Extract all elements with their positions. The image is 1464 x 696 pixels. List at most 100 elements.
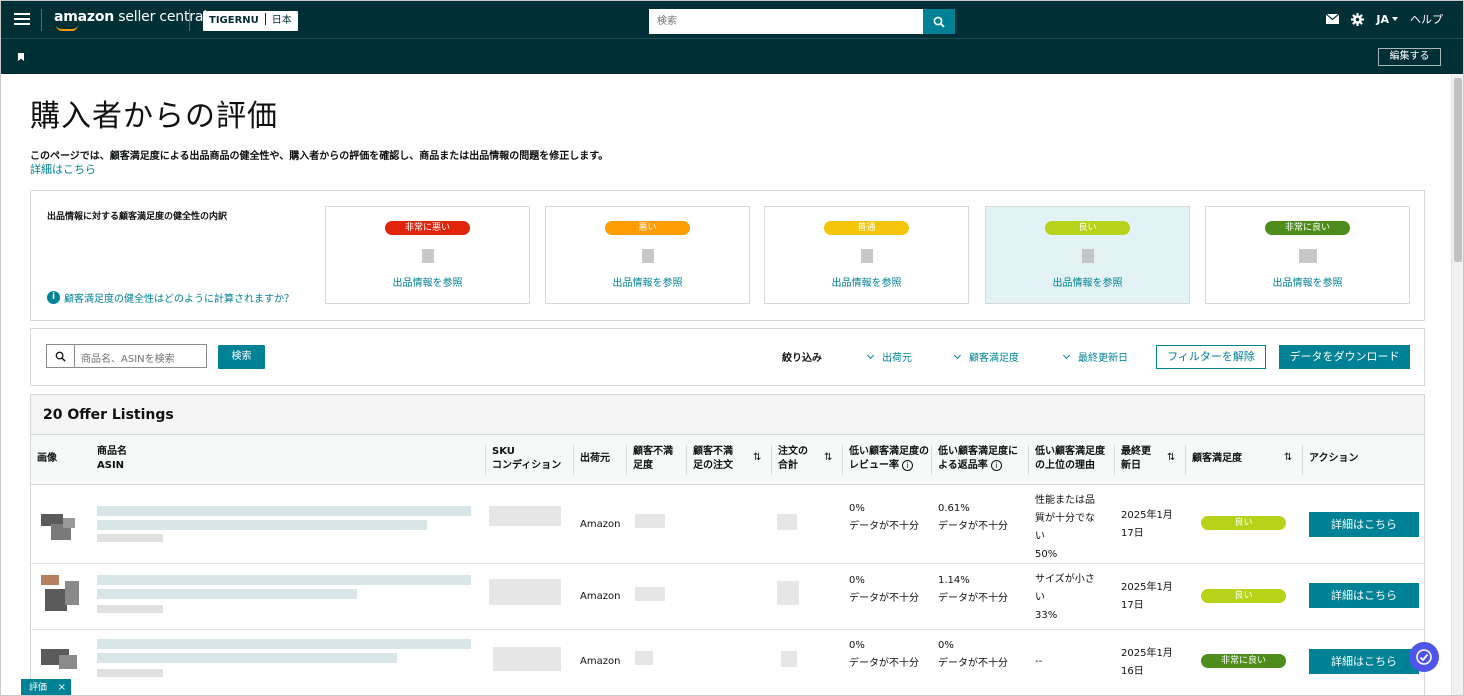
search-icon (933, 16, 945, 28)
col-sku[interactable]: SKU コンディション (492, 445, 561, 473)
health-help-link[interactable]: i 顧客満足度の健全性はどのように計算されますか？ (47, 290, 294, 305)
return-note: データが不十分 (938, 593, 1008, 604)
close-icon[interactable]: × (58, 679, 66, 695)
page-scrollbar[interactable] (1451, 74, 1463, 695)
view-listings-link[interactable]: 出品情報を参照 (986, 274, 1189, 289)
divider (189, 9, 190, 31)
info-icon[interactable]: i (990, 460, 1002, 471)
bottom-tab[interactable]: 評価 × (21, 679, 71, 695)
col-action: アクション (1309, 453, 1359, 464)
view-listings-link[interactable]: 出品情報を参照 (765, 274, 968, 289)
col-ship-from[interactable]: 出荷元 (580, 452, 610, 466)
ship-from: Amazon (580, 656, 621, 667)
details-button[interactable]: 詳細はこちら (1309, 583, 1419, 608)
col-low-review-rate[interactable]: 低い顧客満足度の レビュー率 i (849, 445, 929, 473)
low-return-rate: 0.61% (938, 503, 970, 514)
table-row: Amazon 0% データが不十分 1.14% データが不十分 サイズが小さい 3… (31, 565, 1424, 630)
health-card-very-good[interactable]: 非常に良い 出品情報を参照 (1205, 206, 1410, 304)
clear-filters-button[interactable]: フィルターを解除 (1156, 345, 1266, 369)
redacted-value (635, 514, 665, 528)
product-image[interactable] (37, 641, 85, 681)
redacted-sku (493, 647, 561, 671)
logo-smile-icon (56, 25, 78, 31)
last-updated: 2025年1月 17日 (1121, 582, 1173, 611)
seller-central-logo[interactable]: amazon seller central (54, 9, 207, 31)
low-review-rate: 0% (849, 503, 865, 514)
review-note: データが不十分 (849, 593, 919, 604)
sort-icon[interactable]: ⇅ (824, 452, 832, 463)
language-selector[interactable]: JA (1376, 13, 1398, 26)
col-dissatisfaction-rate[interactable]: 顧客不満 足度 (633, 445, 673, 473)
bookmark-icon[interactable] (18, 53, 24, 61)
last-updated-dropdown[interactable]: 最終更新日 (1062, 349, 1128, 364)
health-breakdown-title: 出品情報に対する顧客満足度の健全性の内訳 (47, 212, 228, 222)
redacted-sku (489, 506, 561, 526)
filter-label: 絞り込み (782, 353, 822, 364)
health-card-very-poor[interactable]: 非常に悪い 出品情報を参照 (325, 206, 530, 304)
help-link[interactable]: ヘルプ (1410, 11, 1443, 27)
language-label: JA (1376, 12, 1389, 26)
product-image[interactable] (37, 508, 85, 548)
redacted-value (777, 581, 799, 605)
download-data-button[interactable]: データをダウンロード (1279, 345, 1410, 369)
store-region: 日本 (271, 15, 292, 26)
sort-icon[interactable]: ⇅ (753, 452, 761, 463)
redacted-value (635, 587, 665, 601)
details-button[interactable]: 詳細はこちら (1309, 512, 1419, 537)
redacted-asin (97, 669, 163, 677)
redacted-value (635, 651, 653, 665)
product-image[interactable] (37, 571, 85, 611)
sort-icon[interactable]: ⇅ (1167, 452, 1175, 463)
satisfaction-dropdown[interactable]: 顧客満足度 (953, 349, 1019, 364)
table-header-row: 画像 商品名 ASIN SKU コンディション 出荷元 顧客不満 足度 顧客不満 足の注… (31, 435, 1424, 485)
listing-search-button[interactable]: 検索 (218, 345, 265, 369)
chevron-down-icon (1062, 351, 1071, 360)
top-reason: 性能または品 質が十分でない 50% (1035, 495, 1095, 560)
redacted-product-name[interactable] (97, 575, 471, 585)
table-row: Amazon 0% データが不十分 0.61% データが不十分 性能または品 質が… (31, 486, 1424, 564)
assistant-float-button[interactable] (1409, 642, 1439, 672)
hamburger-menu-icon[interactable] (14, 13, 30, 27)
view-listings-link[interactable]: 出品情報を参照 (326, 274, 529, 289)
col-last-updated[interactable]: 最終更 新日 (1121, 445, 1151, 473)
ship-from-dropdown[interactable]: 出荷元 (866, 349, 912, 364)
sort-icon[interactable]: ⇅ (1284, 452, 1292, 463)
learn-more-link[interactable]: 詳細はこちら (30, 161, 96, 177)
redacted-count (421, 249, 434, 263)
dropdown-label: 顧客満足度 (969, 353, 1019, 364)
satisfaction-badge: 良い (1201, 589, 1286, 603)
global-search-button[interactable] (923, 9, 955, 34)
health-card-good[interactable]: 良い 出品情報を参照 (985, 206, 1190, 304)
details-button[interactable]: 詳細はこちら (1309, 649, 1419, 674)
edit-bookmarks-button[interactable]: 編集する (1378, 48, 1441, 66)
health-card-fair[interactable]: 普通 出品情報を参照 (764, 206, 969, 304)
bottom-tab-label: 評価 (29, 683, 48, 693)
gear-icon[interactable] (1351, 12, 1365, 26)
ship-from: Amazon (580, 519, 621, 530)
listing-search-field[interactable]: 商品名、ASINを検索 (46, 344, 207, 368)
store-selector[interactable]: TIGERNU 日本 (203, 11, 298, 31)
health-card-poor[interactable]: 悪い 出品情報を参照 (545, 206, 750, 304)
health-badge: 普通 (824, 221, 909, 235)
top-right-controls: JA ヘルプ (1326, 11, 1443, 27)
ship-from: Amazon (580, 591, 621, 602)
col-top-reason[interactable]: 低い顧客満足度 の上位の理由 (1035, 445, 1105, 473)
col-product-name[interactable]: 商品名 ASIN (97, 445, 127, 473)
health-badge: 非常に悪い (385, 221, 470, 235)
global-search-input[interactable] (649, 9, 923, 34)
mail-icon[interactable] (1326, 14, 1340, 24)
col-low-return-rate[interactable]: 低い顧客満足度に よる返品率 i (938, 445, 1018, 473)
info-icon[interactable]: i (902, 460, 913, 471)
col-dissatisfied-orders[interactable]: 顧客不満 足の注文 (693, 445, 733, 473)
redacted-product-name[interactable] (97, 506, 471, 516)
health-help-text: 顧客満足度の健全性はどのように計算されますか？ (64, 294, 294, 305)
filter-panel: 商品名、ASINを検索 検索 絞り込み 出荷元 顧客満足度 最終更新日 フィルタ… (30, 328, 1425, 386)
chevron-down-icon (953, 351, 962, 360)
redacted-product-name[interactable] (97, 639, 471, 649)
satisfaction-badge: 非常に良い (1201, 654, 1286, 668)
scrollbar-thumb[interactable] (1454, 78, 1462, 262)
col-total-orders[interactable]: 注文の 合計 (778, 445, 808, 473)
view-listings-link[interactable]: 出品情報を参照 (1206, 274, 1409, 289)
col-satisfaction[interactable]: 顧客満足度 (1192, 452, 1242, 466)
view-listings-link[interactable]: 出品情報を参照 (546, 274, 749, 289)
